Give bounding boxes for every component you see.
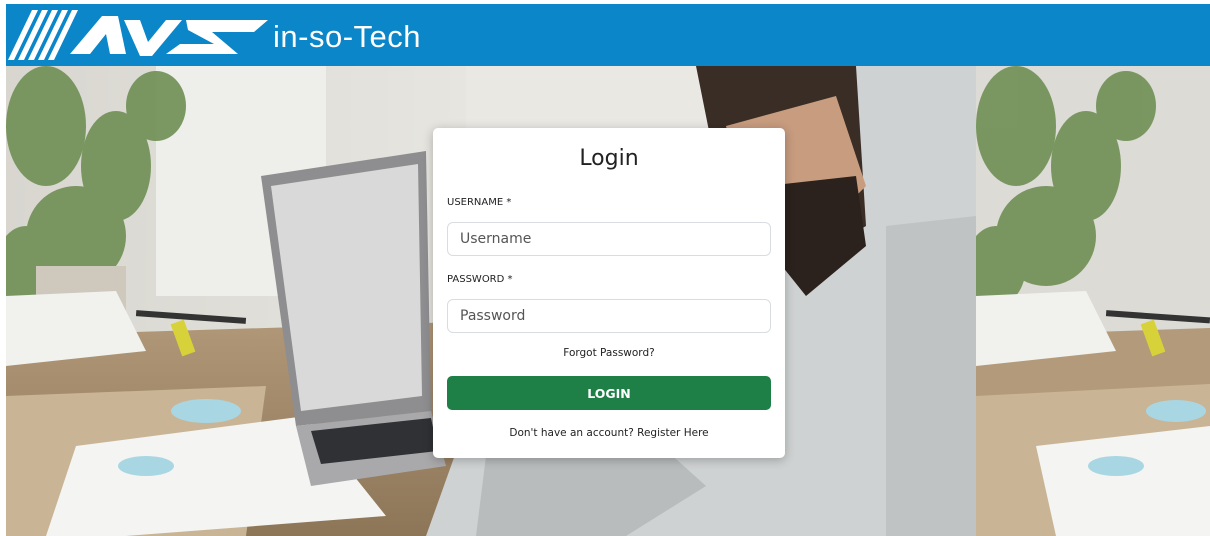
brand-name: in-so-Tech bbox=[273, 19, 421, 54]
background-image-repeat bbox=[976, 66, 1210, 536]
password-label: PASSWORD * bbox=[447, 274, 513, 285]
username-label: USERNAME * bbox=[447, 197, 512, 208]
top-header: in-so-Tech bbox=[6, 4, 1210, 66]
avs-logo-icon bbox=[8, 10, 268, 60]
register-prompt-text: Don't have an account? bbox=[509, 427, 634, 439]
login-title: Login bbox=[579, 146, 639, 171]
login-button[interactable]: LOGIN bbox=[447, 376, 771, 410]
login-card: Login USERNAME * PASSWORD * Forgot Passw… bbox=[433, 128, 785, 458]
forgot-password-link[interactable]: Forgot Password? bbox=[433, 347, 785, 359]
register-prompt: Don't have an account? Register Here bbox=[433, 427, 785, 439]
register-link[interactable]: Register Here bbox=[637, 427, 708, 439]
brand-logo[interactable]: in-so-Tech bbox=[6, 6, 486, 64]
username-input[interactable] bbox=[447, 222, 771, 256]
password-input[interactable] bbox=[447, 299, 771, 333]
